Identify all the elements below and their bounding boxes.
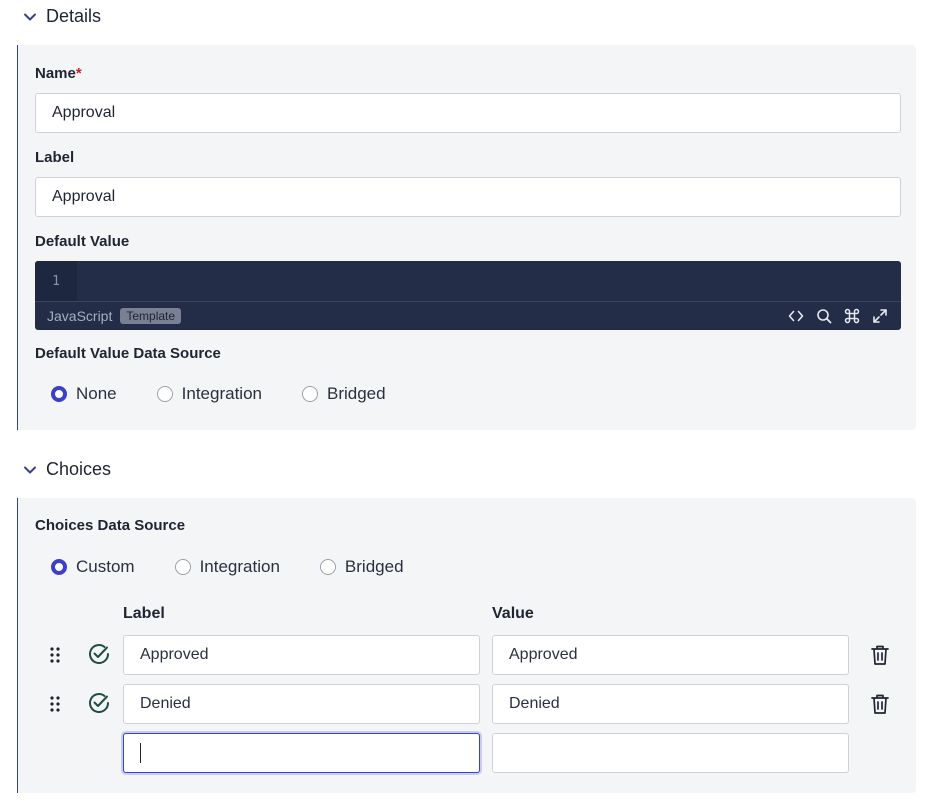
radio-dot bbox=[319, 559, 336, 575]
column-header-value: Value bbox=[492, 605, 534, 622]
name-label: Name* bbox=[35, 65, 82, 82]
radio-dot bbox=[301, 386, 318, 402]
details-section-toggle[interactable]: Details bbox=[22, 6, 101, 27]
drag-handle-icon[interactable] bbox=[49, 646, 61, 664]
choices-section-toggle[interactable]: Choices bbox=[22, 459, 111, 480]
choices-title: Choices bbox=[46, 459, 112, 479]
radio-dot-selected bbox=[51, 559, 67, 575]
radio-dot bbox=[156, 386, 173, 402]
default-value-label: Default Value bbox=[35, 233, 130, 250]
radio-dot-selected bbox=[51, 386, 67, 402]
editor-language: JavaScript bbox=[47, 308, 113, 324]
text-caret bbox=[140, 743, 141, 763]
required-mark: * bbox=[75, 65, 82, 82]
label-input[interactable]: Approval bbox=[35, 177, 901, 217]
details-panel: Name* Approval Label Approval Default Va… bbox=[17, 45, 916, 430]
choice-label-input[interactable]: Denied bbox=[123, 684, 480, 724]
drag-handle-icon[interactable] bbox=[49, 695, 61, 713]
default-value-data-source-group: None Integration Bridged bbox=[51, 384, 426, 404]
label-input-value: Approval bbox=[52, 188, 116, 205]
line-number: 1 bbox=[35, 261, 77, 301]
default-value-data-source-label: Default Value Data Source bbox=[35, 345, 221, 362]
chevron-down-icon bbox=[24, 13, 36, 20]
trash-icon[interactable] bbox=[870, 693, 890, 715]
search-icon[interactable] bbox=[815, 307, 833, 325]
code-area[interactable] bbox=[77, 261, 901, 301]
new-choice-label-input[interactable] bbox=[123, 733, 480, 773]
radio-custom[interactable]: Custom bbox=[51, 557, 135, 577]
command-icon[interactable] bbox=[843, 307, 861, 325]
details-title: Details bbox=[46, 6, 102, 26]
trash-icon[interactable] bbox=[870, 644, 890, 666]
check-circle-icon[interactable] bbox=[87, 642, 111, 666]
code-icon[interactable] bbox=[787, 307, 805, 325]
choice-value-input[interactable]: Approved bbox=[492, 635, 849, 675]
expand-icon[interactable] bbox=[871, 307, 889, 325]
radio-dot bbox=[174, 559, 191, 575]
choice-label-input[interactable]: Approved bbox=[123, 635, 480, 675]
radio-bridged[interactable]: Bridged bbox=[301, 384, 386, 404]
chevron-down-icon bbox=[24, 466, 36, 473]
radio-bridged[interactable]: Bridged bbox=[319, 557, 404, 577]
choices-data-source-label: Choices Data Source bbox=[35, 517, 186, 534]
radio-integration[interactable]: Integration bbox=[174, 557, 280, 577]
radio-integration[interactable]: Integration bbox=[156, 384, 262, 404]
name-input[interactable]: Approval bbox=[35, 93, 901, 133]
check-circle-icon[interactable] bbox=[87, 691, 111, 715]
choices-panel: Choices Data Source Custom Integration B… bbox=[17, 498, 916, 793]
choices-data-source-group: Custom Integration Bridged bbox=[51, 557, 444, 577]
new-choice-value-input[interactable] bbox=[492, 733, 849, 773]
choice-value-input[interactable]: Denied bbox=[492, 684, 849, 724]
column-header-label: Label bbox=[123, 605, 165, 622]
name-input-value: Approval bbox=[52, 104, 116, 121]
radio-none[interactable]: None bbox=[51, 384, 117, 404]
default-value-editor[interactable]: 1 JavaScript Template bbox=[35, 261, 901, 330]
label-label: Label bbox=[35, 149, 75, 166]
editor-footer: JavaScript Template bbox=[35, 301, 901, 330]
template-badge: Template bbox=[120, 308, 182, 324]
